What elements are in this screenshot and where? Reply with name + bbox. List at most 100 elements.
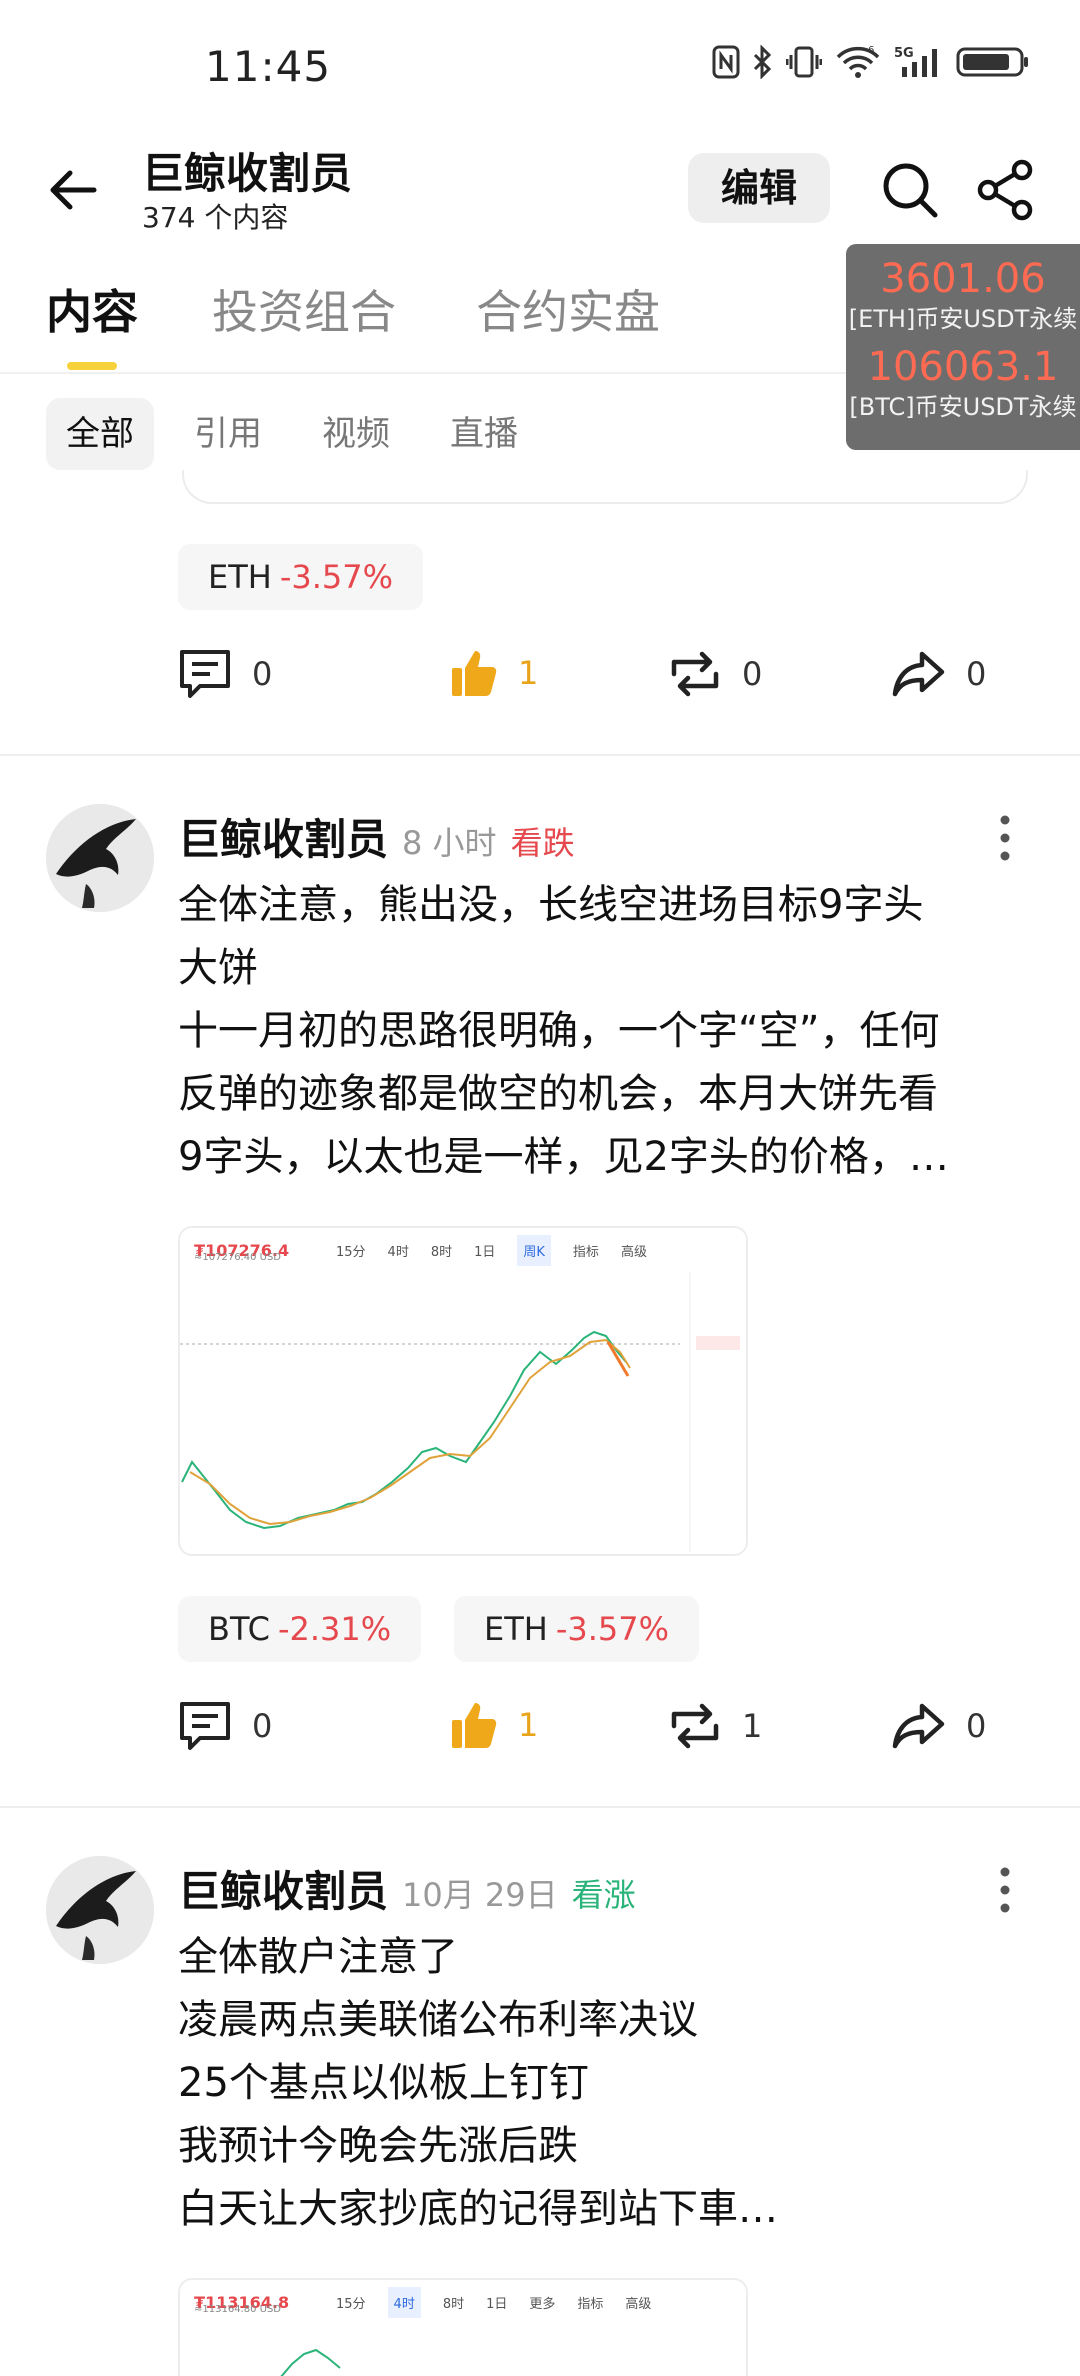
chart-timeframe: 指标 (572, 1244, 599, 1260)
chart-timeframe-selected: 4时 (387, 2286, 421, 2318)
nfc-icon (712, 45, 740, 79)
chart-timeframe: 指标 (577, 2296, 604, 2312)
post-chart-image[interactable]: ₮113164.8 15分 4时 8时 1日 更多 指标 高级 ≈113164.… (178, 2278, 748, 2376)
share-count: 0 (966, 1707, 987, 1745)
sentiment-badge: 看跌 (510, 824, 575, 862)
share-post-button[interactable]: 0 (892, 1700, 986, 1752)
post-line: 白天让大家抄底的记得到站下車… (178, 2186, 778, 2232)
post-line: 全体散户注意了 (178, 1934, 458, 1980)
share-count: 0 (966, 655, 987, 693)
comment-count: 0 (252, 655, 273, 693)
post-body[interactable]: 全体注意，熊出没，长线空进场目标9字头 大饼 十一月初的思路很明确，一个字“空”… (178, 874, 1038, 1189)
post-action-bar: 0 1 0 0 (178, 648, 1018, 708)
tab-portfolio[interactable]: 投资组合 (212, 276, 396, 342)
coin-symbol: ETH (208, 558, 272, 596)
post-header: 巨鲸收割员 10月 29日 看涨 (178, 1858, 636, 1919)
more-options-icon[interactable] (992, 1860, 1018, 1920)
tab-content[interactable]: 内容 (46, 276, 138, 342)
svg-text:5G: 5G (894, 46, 914, 61)
share-icon[interactable] (974, 158, 1038, 222)
forward-share-icon (892, 651, 945, 697)
search-icon[interactable] (878, 158, 942, 222)
chart-timeframe: 高级 (620, 1244, 647, 1260)
comment-icon (180, 1702, 230, 1750)
repost-button[interactable]: 1 (668, 1700, 762, 1752)
coin-symbol: BTC (208, 1610, 270, 1648)
thumbs-up-icon (452, 1703, 497, 1748)
filter-live[interactable]: 直播 (430, 398, 538, 470)
content-filter-chips: 全部 引用 视频 直播 (46, 398, 538, 470)
post-line: 我预计今晚会先涨后跌 (178, 2123, 578, 2169)
coin-tag-btc[interactable]: BTC -2.31% (178, 1596, 422, 1662)
clock: 11:45 (205, 42, 332, 91)
more-options-icon[interactable] (992, 808, 1018, 868)
chart-timeframe: 更多 (529, 2296, 556, 2312)
coin-change: -3.57% (279, 558, 394, 596)
chart-timeframe: 8时 (430, 1244, 453, 1260)
page-title: 巨鲸收割员 (142, 149, 353, 198)
post-line: 凌晨两点美联储公布利率决议 (178, 1997, 698, 2043)
comment-button[interactable]: 0 (178, 648, 272, 700)
filter-video[interactable]: 视频 (302, 398, 410, 470)
post-line: 反弹的迹象都是做空的机会，本月大饼先看 (178, 1071, 938, 1117)
coin-tag-eth[interactable]: ETH -3.57% (178, 544, 424, 610)
sentiment-badge: 看涨 (571, 1876, 636, 1914)
thumbs-up-icon (452, 651, 497, 696)
chart-timeframe: 1日 (486, 2296, 508, 2312)
post-body[interactable]: 全体散户注意了 凌晨两点美联储公布利率决议 25个基点以似板上钉钉 我预计今晚会… (178, 1926, 1038, 2241)
chart-toolbar: ₮113164.8 15分 4时 8时 1日 更多 指标 高级 (180, 2280, 746, 2324)
repost-icon (671, 1703, 719, 1749)
repost-button[interactable]: 0 (668, 648, 762, 700)
status-icons: 6 5G (712, 45, 1030, 79)
like-button[interactable]: 1 (450, 1700, 538, 1750)
chart-toolbar: ₮107276.4 15分 4时 8时 1日 周K 指标 高级 (180, 1228, 746, 1272)
btc-market-label: [BTC]币安USDT永续 (849, 393, 1077, 421)
post-divider (0, 1806, 1080, 1808)
avatar[interactable] (46, 1856, 154, 1964)
signal-5g-icon: 5G (894, 46, 937, 77)
price-chart-drawing (180, 1272, 740, 1552)
whale-avatar-image (46, 804, 154, 912)
post-author[interactable]: 巨鲸收割员 (178, 1858, 388, 1919)
tab-contract-live[interactable]: 合约实盘 (476, 276, 660, 342)
svg-text:6: 6 (868, 45, 874, 56)
repost-count: 0 (742, 655, 763, 693)
eth-market-label: [ETH]币安USDT永续 (848, 305, 1078, 333)
share-post-button[interactable]: 0 (892, 648, 986, 700)
content-count: 374 个内容 (142, 201, 289, 234)
edit-button[interactable]: 编辑 (688, 153, 830, 223)
filter-all[interactable]: 全部 (46, 398, 154, 470)
post-author[interactable]: 巨鲸收割员 (178, 806, 388, 867)
comment-icon (180, 650, 230, 698)
avatar[interactable] (46, 804, 154, 912)
like-count: 1 (518, 1706, 539, 1744)
post-line: 25个基点以似板上钉钉 (178, 2060, 589, 2106)
coin-change: -2.31% (277, 1610, 392, 1648)
price-ticker-widget[interactable]: 3601.06 [ETH]币安USDT永续 106063.1 [BTC]币安US… (846, 244, 1080, 450)
comment-button[interactable]: 0 (178, 1700, 272, 1752)
comment-count: 0 (252, 1707, 273, 1745)
back-arrow-icon[interactable] (44, 160, 104, 220)
post-chart-image[interactable]: ₮107276.4 15分 4时 8时 1日 周K 指标 高级 ≈107276.… (178, 1226, 748, 1556)
post-action-bar: 0 1 1 0 (178, 1700, 1018, 1760)
forward-share-icon (892, 1703, 945, 1749)
like-button[interactable]: 1 (450, 648, 538, 698)
wifi-icon: 6 (836, 45, 880, 78)
chart-timeframe-selected: 周K (517, 1234, 551, 1266)
bluetooth-icon (753, 45, 772, 79)
like-count: 1 (518, 654, 539, 692)
active-tab-indicator (67, 362, 117, 370)
repost-icon (671, 651, 719, 697)
chart-timeframe: 8时 (442, 2296, 465, 2312)
post-divider (0, 754, 1080, 756)
post-time: 8 小时 (402, 824, 497, 862)
post-line: 全体注意，熊出没，长线空进场目标9字头 (178, 882, 924, 928)
chart-timeframe: 高级 (625, 2296, 652, 2312)
coin-tag-eth[interactable]: ETH -3.57% (454, 1596, 700, 1662)
battery-icon (956, 47, 1028, 77)
filter-quote[interactable]: 引用 (174, 398, 282, 470)
coin-symbol: ETH (484, 1610, 548, 1648)
post-header: 巨鲸收割员 8 小时 看跌 (178, 806, 575, 867)
chart-timeframe: 4时 (387, 1244, 409, 1260)
post-line: 十一月初的思路很明确，一个字“空”，任何 (178, 1008, 940, 1054)
